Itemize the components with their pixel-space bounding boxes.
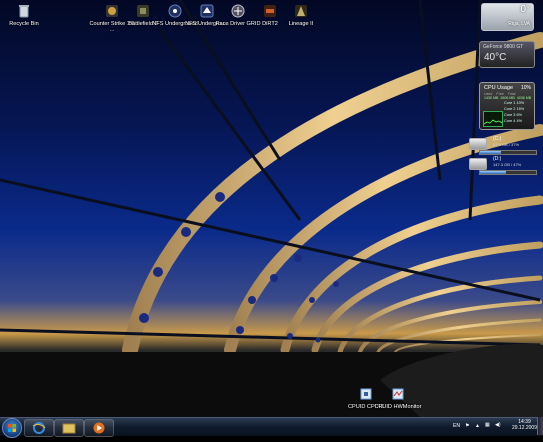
- flag-icon[interactable]: ⚑: [465, 423, 469, 429]
- ie-icon: [32, 422, 46, 434]
- desktop-icon-label: Recycle Bin: [9, 21, 39, 27]
- hard-drive-icon: [469, 158, 487, 170]
- media-player-icon: [93, 422, 105, 434]
- desktop-icon-label: Lineage II: [288, 21, 314, 27]
- wallpaper-bridge: [0, 0, 543, 417]
- show-hidden-icons-icon[interactable]: ▲: [475, 423, 480, 429]
- cpu-usage-graph: [483, 111, 503, 127]
- clock-date: 29.12.2009: [511, 425, 537, 431]
- clock[interactable]: 14:39 29.12.2009: [512, 419, 537, 431]
- battlefield-icon: [135, 3, 151, 19]
- taskbar-media-player-button[interactable]: [84, 419, 114, 437]
- gpu-temperature: 40°C: [484, 52, 507, 63]
- recycle-bin-icon: [16, 3, 32, 19]
- weather-city: Riga, LVA: [508, 21, 530, 27]
- memory-values: 1430 MB 2606 MB 4036 MB: [484, 96, 532, 100]
- desktop-icon-recycle-bin[interactable]: Recycle Bin: [0, 3, 48, 27]
- counter-strike-icon: [104, 3, 120, 19]
- drive-usage-fill: [480, 151, 501, 154]
- cpu-usage-percent: 10%: [520, 85, 531, 91]
- desktop: Recycle Bin Counter Strike 1.6 ... Battl…: [0, 0, 543, 417]
- nfs-icon: [167, 3, 183, 19]
- show-desktop-button[interactable]: [537, 417, 543, 435]
- grid-icon: [230, 3, 246, 19]
- desktop-icon-lineage-ii[interactable]: Lineage II: [277, 3, 325, 27]
- core-row: Core 2 15%: [504, 107, 525, 111]
- taskbar-explorer-button[interactable]: [54, 419, 84, 437]
- drive-usage-fill: [480, 171, 507, 174]
- core-row: Core 4 4%: [504, 119, 522, 123]
- cpu-usage-title: CPU Usage: [484, 85, 514, 91]
- drive-info: 87.9 GB / 37%: [493, 142, 520, 147]
- drive-usage-bar: [479, 170, 537, 175]
- drive-c-gadget[interactable]: (C:) 87.9 GB / 37%: [469, 136, 537, 156]
- nfs-icon: [199, 3, 215, 19]
- taskbar: EN ⚑ ▲ ▦ ◀): [0, 417, 543, 438]
- windows-logo-icon: [8, 424, 16, 432]
- gpu-temperature-gadget[interactable]: GeForce 9800 GT 40°C: [479, 41, 535, 68]
- core-row: Core 1 10%: [504, 101, 525, 105]
- drive-usage-bar: [479, 150, 537, 155]
- lineage-icon: [293, 3, 309, 19]
- drive-info: 147.3 GB / 47%: [493, 162, 522, 167]
- taskbar-ie-button[interactable]: [24, 419, 54, 437]
- tray-language[interactable]: EN: [453, 423, 460, 429]
- start-button[interactable]: [2, 418, 22, 438]
- weather-temperature: 0°: [520, 4, 530, 15]
- gpu-name: GeForce 9800 GT: [483, 44, 524, 50]
- network-icon[interactable]: ▦: [485, 422, 490, 428]
- cpuz-icon: [358, 386, 374, 402]
- weather-gadget[interactable]: 0° Riga, LVA: [481, 3, 534, 31]
- hwmonitor-icon: [390, 386, 406, 402]
- drive-d-gadget[interactable]: (D:) 147.3 GB / 47%: [469, 156, 537, 176]
- dirt2-icon: [262, 3, 278, 19]
- desktop-icon-label: CPUID HWMonitor: [374, 404, 422, 410]
- explorer-icon: [62, 423, 76, 434]
- volume-icon[interactable]: ◀): [495, 422, 501, 428]
- desktop-icon-cpuid-hwmonitor[interactable]: CPUID HWMonitor: [374, 386, 422, 410]
- cpu-usage-gadget[interactable]: CPU Usage 10% Used Free Total 1430 MB 2606 …: [479, 82, 535, 130]
- desktop-icon-label: DiRT2: [262, 21, 278, 27]
- hard-drive-icon: [469, 138, 487, 150]
- core-row: Core 3 6%: [504, 113, 522, 117]
